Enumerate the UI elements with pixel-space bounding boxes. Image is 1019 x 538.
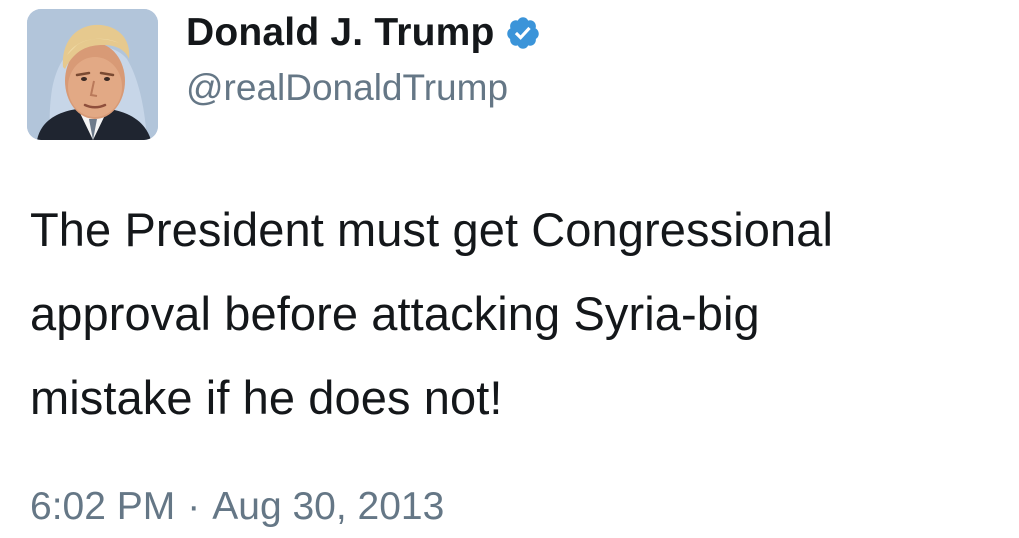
verified-badge-icon <box>505 15 541 51</box>
author-display-name[interactable]: Donald J. Trump <box>186 10 495 56</box>
timestamp-separator: · <box>187 485 201 528</box>
tweet-card: Donald J. Trump @realDonaldTrump The Pre… <box>0 0 1019 538</box>
tweet-text-line: approval before attacking Syria-big <box>30 287 760 340</box>
tweet-date: Aug 30, 2013 <box>212 485 445 528</box>
tweet-time: 6:02 PM <box>30 485 176 528</box>
tweet-text-line: mistake if he does not! <box>30 371 503 424</box>
author-name-row[interactable]: Donald J. Trump <box>186 10 541 56</box>
tweet-timestamp[interactable]: 6:02 PM · Aug 30, 2013 <box>30 484 444 530</box>
avatar[interactable] <box>27 9 158 140</box>
author-handle[interactable]: @realDonaldTrump <box>186 66 508 110</box>
tweet-text-line: The President must get Congressional <box>30 203 834 256</box>
tweet-text: The President must get Congressional app… <box>30 188 1005 440</box>
profile-photo-icon <box>27 9 158 140</box>
